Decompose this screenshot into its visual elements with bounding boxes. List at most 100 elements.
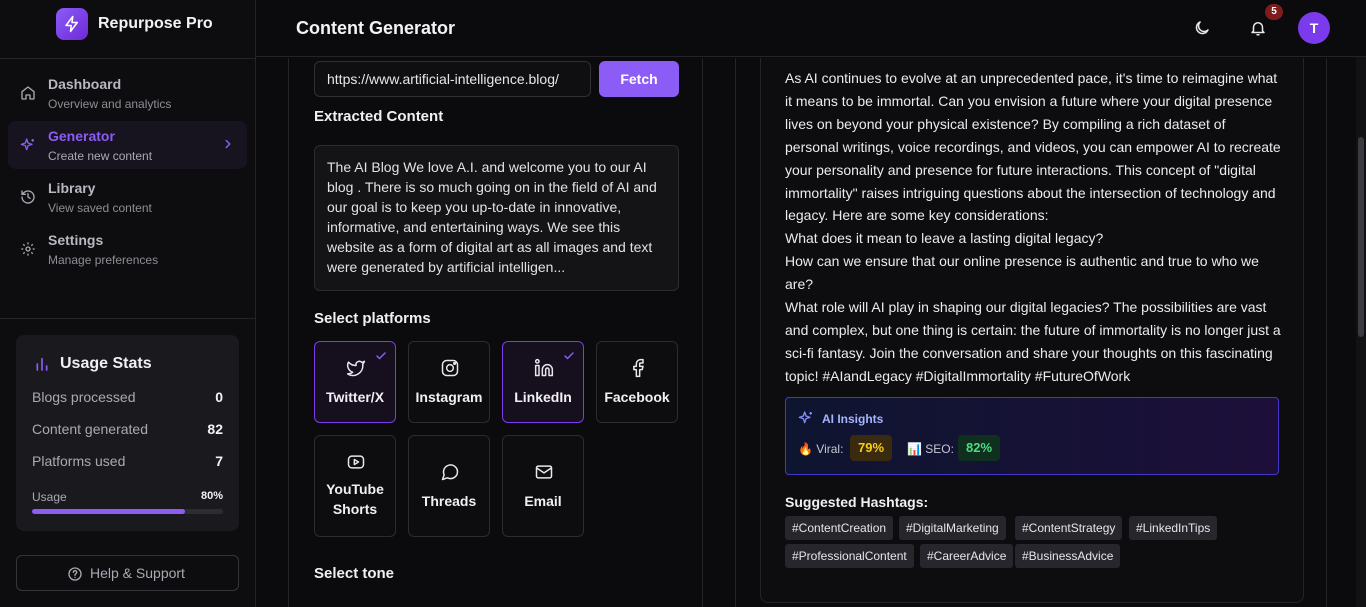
sidebar-item-subtitle: Manage preferences <box>48 253 159 267</box>
usage-percent: 80% <box>200 490 223 502</box>
post-paragraph: What does it mean to leave a lasting dig… <box>785 230 1104 247</box>
main-content: Fetch Extracted Content The AI Blog We l… <box>256 58 1366 607</box>
hashtag-chip[interactable]: #ContentCreation <box>785 516 894 540</box>
moon-icon[interactable] <box>1193 19 1211 37</box>
stat-label: Blogs processed <box>32 389 136 405</box>
stat-row: Blogs processed 0 <box>32 389 223 405</box>
lightning-icon <box>56 8 88 40</box>
stat-value: 82 <box>207 421 223 437</box>
chart-icon: 📊 <box>907 442 922 456</box>
platform-facebook[interactable]: Facebook <box>596 341 678 423</box>
viral-metric-label: 🔥 Viral: <box>798 442 843 456</box>
sidebar-item-library[interactable]: Library View saved content <box>8 173 247 221</box>
fire-icon: 🔥 <box>798 442 813 456</box>
help-circle-icon <box>68 567 82 581</box>
platform-label: Threads <box>421 493 477 509</box>
url-input[interactable] <box>314 61 591 97</box>
viral-label: Viral: <box>816 442 844 456</box>
post-paragraph: How can we ensure that our online presen… <box>785 253 1259 293</box>
hashtag-chip[interactable]: #ProfessionalContent <box>785 544 914 568</box>
brand[interactable]: Repurpose Pro <box>0 0 256 59</box>
suggested-hashtags-title: Suggested Hashtags: <box>785 494 929 510</box>
platform-twitter[interactable]: Twitter/X <box>314 341 396 423</box>
generated-post-text: As AI continues to evolve at an unpreced… <box>785 67 1281 388</box>
top-header: Content Generator 5 T <box>256 0 1366 57</box>
sidebar-item-subtitle: View saved content <box>48 201 152 215</box>
hashtag-chip[interactable]: #DigitalMarketing <box>899 516 1006 540</box>
seo-metric-label: 📊 SEO: <box>907 442 954 456</box>
page-scrollbar[interactable] <box>1356 57 1366 607</box>
avatar[interactable]: T <box>1298 12 1330 44</box>
sidebar-item-generator[interactable]: Generator Create new content <box>8 121 247 169</box>
check-icon <box>564 352 574 360</box>
chevron-right-icon <box>225 139 231 149</box>
platform-instagram[interactable]: Instagram <box>408 341 490 423</box>
platform-label: Instagram <box>415 389 483 405</box>
hashtag-chip[interactable]: #BusinessAdvice <box>1015 544 1121 568</box>
platform-email[interactable]: Email <box>502 435 584 537</box>
youtube-icon <box>347 455 365 469</box>
notification-badge: 5 <box>1265 4 1283 20</box>
sidebar-item-subtitle: Overview and analytics <box>48 97 172 111</box>
help-support-button[interactable]: Help & Support <box>16 555 239 591</box>
hashtag-chip[interactable]: #LinkedInTips <box>1129 516 1218 540</box>
platform-threads[interactable]: Threads <box>408 435 490 537</box>
platform-linkedin[interactable]: LinkedIn <box>502 341 584 423</box>
app-name: Repurpose Pro <box>98 15 213 32</box>
generator-input-panel: Fetch Extracted Content The AI Blog We l… <box>288 58 703 607</box>
sidebar-item-label: Library <box>48 180 96 196</box>
facebook-icon <box>633 358 644 378</box>
scrollbar-thumb[interactable] <box>1358 137 1364 337</box>
threads-icon <box>441 464 459 481</box>
sparkles-icon <box>798 411 812 424</box>
ai-insights-panel: AI Insights 🔥 Viral: 79% 📊 SEO: 82% <box>785 397 1279 475</box>
select-platforms-title: Select platforms <box>314 310 431 327</box>
post-paragraph: What role will AI play in shaping our di… <box>785 299 1281 384</box>
extracted-content-box: The AI Blog We love A.I. and welcome you… <box>314 145 679 291</box>
instagram-icon <box>441 359 459 377</box>
ai-insights-title: AI Insights <box>822 412 884 426</box>
help-support-label: Help & Support <box>90 565 185 581</box>
twitter-icon <box>346 360 366 377</box>
platform-youtube-shorts[interactable]: YouTube Shorts <box>314 435 396 537</box>
stat-row: Content generated 82 <box>32 421 223 437</box>
platform-label: Twitter/X <box>325 389 385 405</box>
history-icon <box>21 190 35 204</box>
platform-label: Email <box>524 493 562 509</box>
select-tone-title: Select tone <box>314 565 395 582</box>
usage-label: Usage <box>32 490 67 504</box>
sidebar-item-dashboard[interactable]: Dashboard Overview and analytics <box>8 69 247 117</box>
generated-post-card: As AI continues to evolve at an unpreced… <box>760 58 1304 603</box>
linkedin-icon <box>534 358 554 377</box>
stat-value: 0 <box>215 389 223 405</box>
sidebar-item-label: Dashboard <box>48 76 122 92</box>
stat-value: 7 <box>215 453 223 469</box>
usage-progress-bar <box>32 509 223 514</box>
stat-label: Platforms used <box>32 453 126 469</box>
platform-label: YouTube Shorts <box>326 481 384 517</box>
usage-stats-title: Usage Stats <box>60 355 152 372</box>
sidebar-item-settings[interactable]: Settings Manage preferences <box>8 225 247 273</box>
check-icon <box>376 352 386 360</box>
hashtag-chip[interactable]: #ContentStrategy <box>1015 516 1123 540</box>
seo-score: 82% <box>958 435 1001 461</box>
hashtag-chip[interactable]: #CareerAdvice <box>920 544 1014 568</box>
home-icon <box>21 86 35 100</box>
stat-row: Platforms used 7 <box>32 453 223 469</box>
sidebar-divider <box>0 318 256 319</box>
stat-label: Content generated <box>32 421 148 437</box>
post-paragraph: As AI continues to evolve at an unpreced… <box>785 70 1281 224</box>
platform-label: LinkedIn <box>514 389 572 405</box>
sidebar-item-label: Generator <box>48 128 115 144</box>
page-title: Content Generator <box>296 18 456 38</box>
sparkles-icon <box>20 138 34 151</box>
viral-score: 79% <box>850 435 893 461</box>
usage-stats-card: Usage Stats Blogs processed 0 Content ge… <box>16 335 239 531</box>
bell-icon[interactable] <box>1249 19 1267 37</box>
extracted-content-title: Extracted Content <box>314 108 444 125</box>
sidebar: Repurpose Pro Dashboard Overview and ana… <box>0 0 256 607</box>
fetch-button[interactable]: Fetch <box>599 61 679 97</box>
usage-progress-fill <box>32 509 185 514</box>
output-panel: As AI continues to evolve at an unpreced… <box>735 58 1327 607</box>
gear-icon <box>21 242 35 256</box>
